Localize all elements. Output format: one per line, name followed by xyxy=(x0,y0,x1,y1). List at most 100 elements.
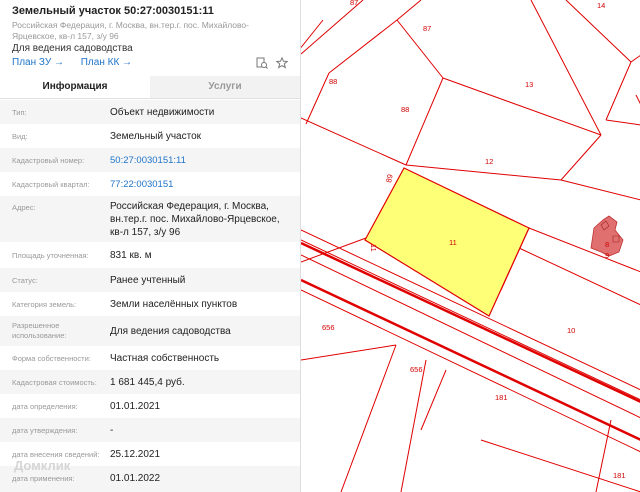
boundary-line xyxy=(560,134,602,181)
parcel-label: 89 xyxy=(384,173,395,183)
parcel-label: 87 xyxy=(423,24,431,33)
cadastral-map[interactable]: 87 14 87 88 13 88 12 89 11 11 8 9 656 10… xyxy=(300,0,640,492)
boundary-line xyxy=(605,61,632,121)
parcel-label: 656 xyxy=(322,323,335,332)
parcel-title: Земельный участок 50:27:0030151:11 xyxy=(12,5,214,17)
parcel-label: 181 xyxy=(613,471,626,480)
row-label: дата утверждения: xyxy=(12,426,78,435)
row-label: дата определения: xyxy=(12,402,78,411)
tab-bar: Информация Услуги xyxy=(0,76,300,99)
row-value: Земельный участок xyxy=(110,131,202,142)
row-value: Частная собственность xyxy=(110,353,220,364)
watermark-logo: Домклик xyxy=(14,458,71,473)
row-label: Тип: xyxy=(12,108,27,117)
cadastral-quarter-link[interactable]: 77:22:0030151 xyxy=(110,178,290,191)
boundary-line xyxy=(420,369,447,431)
boundary-line xyxy=(396,0,422,21)
row-label: Разрешенное использование: xyxy=(12,321,67,340)
boundary-line xyxy=(301,19,324,49)
parcel-label: 11 xyxy=(449,238,457,247)
plan-kk-link[interactable]: План КК → xyxy=(81,57,132,68)
info-row: Площадь уточненная: 831 кв. м xyxy=(0,242,300,268)
cadastral-number-link[interactable]: 50:27:0030151:11 xyxy=(110,154,290,167)
boundary-line xyxy=(405,77,444,166)
row-label: Статус: xyxy=(12,276,38,285)
tab-information[interactable]: Информация xyxy=(0,76,150,98)
boundary-line xyxy=(340,344,397,492)
plan-zu-link[interactable]: План ЗУ → xyxy=(12,57,64,68)
search-document-icon[interactable] xyxy=(256,57,268,72)
row-value: Земли населённых пунктов xyxy=(110,299,238,310)
info-row: Кадастровая стоимость: 1 681 445,4 руб. xyxy=(0,370,300,394)
info-row: Адрес: Российская Федерация, г. Москва, … xyxy=(0,196,300,242)
parcel-label: 13 xyxy=(525,80,533,89)
info-row: Форма собственности: Частная собственнос… xyxy=(0,346,300,370)
parcel-label: 9 xyxy=(605,251,609,260)
row-value: Российская Федерация, г. Москва, вн.тер.… xyxy=(110,201,280,238)
parcel-label: 14 xyxy=(597,1,605,10)
row-value: 25.12.2021 xyxy=(110,449,161,460)
info-row: Статус: Ранее учтенный xyxy=(0,268,300,292)
parcel-label: 10 xyxy=(567,326,575,335)
parcel-label: 88 xyxy=(401,105,409,114)
boundary-line xyxy=(442,77,602,136)
parcel-label: 87 xyxy=(350,0,358,7)
row-value: Объект недвижимости xyxy=(110,107,215,118)
info-row: дата утверждения: - xyxy=(0,418,300,442)
row-label: Площадь уточненная: xyxy=(12,251,89,260)
boundary-line xyxy=(396,19,444,79)
boundary-line xyxy=(301,117,407,166)
boundary-line xyxy=(528,227,640,273)
boundary-line xyxy=(301,0,364,55)
row-label: Категория земель: xyxy=(12,300,77,309)
row-value: 01.01.2022 xyxy=(110,473,161,484)
boundary-line xyxy=(635,94,640,105)
boundary-line xyxy=(405,164,562,181)
parcel-usage: Для ведения садоводства xyxy=(12,43,133,54)
header-icons xyxy=(256,56,289,72)
boundary-line xyxy=(305,72,330,125)
parcel-label: 88 xyxy=(329,77,337,86)
row-label: Кадастровый номер: xyxy=(12,156,85,165)
road-edge xyxy=(301,289,640,453)
map-canvas[interactable]: 87 14 87 88 13 88 12 89 11 11 8 9 656 10… xyxy=(301,0,640,492)
row-label: Вид: xyxy=(12,132,28,141)
info-row: Кадастровый номер: 50:27:0030151:11 xyxy=(0,148,300,172)
boundary-line xyxy=(530,0,602,136)
boundary-line xyxy=(560,179,640,201)
info-row: Разрешенное использование: Для ведения с… xyxy=(0,316,300,346)
parcel-address: Российская Федерация, г. Москва, вн.тер.… xyxy=(12,20,249,41)
info-row: Кадастровый квартал: 77:22:0030151 xyxy=(0,172,300,196)
tab-services[interactable]: Услуги xyxy=(150,76,300,98)
parcel-label: 8 xyxy=(605,240,609,249)
info-row: Тип: Объект недвижимости xyxy=(0,100,300,124)
info-row: Категория земель: Земли населённых пункт… xyxy=(0,292,300,316)
row-label: дата применения: xyxy=(12,474,75,483)
row-value: Для ведения садоводства xyxy=(110,326,231,337)
row-value: 01.01.2021 xyxy=(110,401,161,412)
boundary-line xyxy=(630,55,640,63)
row-label: Кадастровая стоимость: xyxy=(12,378,97,387)
star-icon[interactable] xyxy=(275,56,289,72)
row-value: 831 кв. м xyxy=(110,250,152,261)
row-label: Кадастровый квартал: xyxy=(12,180,90,189)
row-label: Форма собственности: xyxy=(12,354,91,363)
plan-links: План ЗУ → План КК → xyxy=(12,57,146,68)
info-row: Вид: Земельный участок xyxy=(0,124,300,148)
boundary-line xyxy=(518,247,640,306)
row-label: Адрес: xyxy=(12,203,36,212)
info-row: дата определения: 01.01.2021 xyxy=(0,394,300,418)
parcel-label: 12 xyxy=(485,157,493,166)
row-value: Ранее учтенный xyxy=(110,275,186,286)
boundary-line xyxy=(480,439,640,492)
boundary-line xyxy=(301,344,397,361)
row-value: 1 681 445,4 руб. xyxy=(110,377,185,388)
parcel-label: 656 xyxy=(410,365,423,374)
selected-parcel-11 xyxy=(364,167,530,317)
boundary-line xyxy=(328,19,398,74)
parcel-label: 11 xyxy=(369,244,378,252)
parcel-label: 181 xyxy=(495,393,508,402)
boundary-line xyxy=(605,119,640,126)
info-panel: Земельный участок 50:27:0030151:11 Росси… xyxy=(0,0,300,492)
building-cluster xyxy=(590,215,624,257)
